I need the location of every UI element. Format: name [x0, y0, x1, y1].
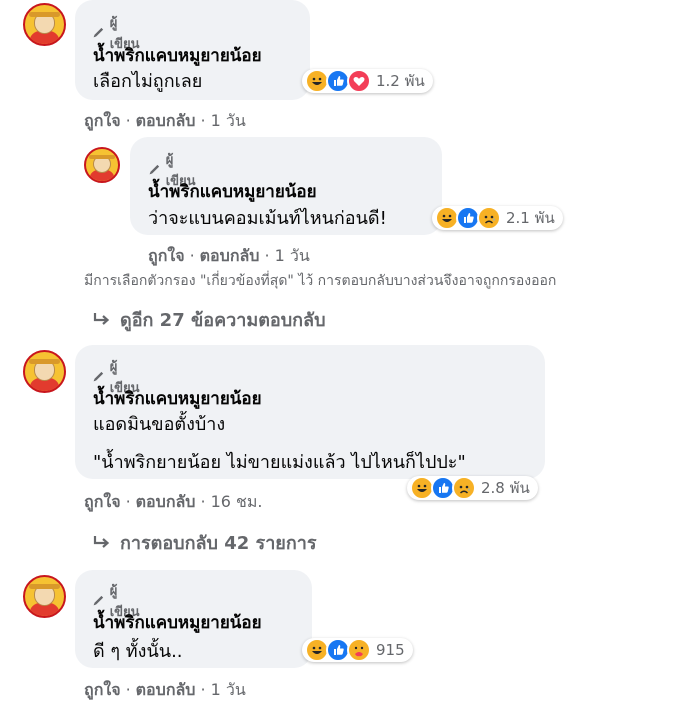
- comment-text: ว่าจะแบนคอมเม้นท์ไหนก่อนดี!: [148, 208, 387, 229]
- reply-link[interactable]: ตอบกลับ: [136, 680, 196, 699]
- like-link[interactable]: ถูกใจ: [84, 111, 121, 130]
- timestamp[interactable]: 1 วัน: [211, 680, 246, 699]
- reaction-count: 2.1 พัน: [506, 209, 555, 227]
- reply-arrow-icon: [93, 535, 110, 548]
- comment-text: ดี ๆ ทั้งนั้น..: [93, 641, 183, 662]
- comment-actions: ถูกใจ · ตอบกลับ · 1 วัน: [84, 680, 246, 699]
- filter-note: มีการเลือกตัวกรอง "เกี่ยวข้องที่สุด" ไว้…: [84, 273, 557, 289]
- reply-link[interactable]: ตอบกลับ: [200, 246, 260, 265]
- pencil-icon: [149, 164, 160, 175]
- avatar[interactable]: [23, 3, 66, 46]
- comment-actions: ถูกใจ · ตอบกลับ · 1 วัน: [148, 246, 310, 265]
- timestamp[interactable]: 1 วัน: [275, 246, 310, 265]
- view-more-replies[interactable]: ดูอีก 27 ข้อความตอบกลับ: [92, 305, 326, 334]
- replies-count-label[interactable]: การตอบกลับ 42 รายการ: [120, 528, 317, 557]
- avatar[interactable]: [84, 147, 120, 183]
- pencil-icon: [93, 27, 104, 38]
- reply-link[interactable]: ตอบกลับ: [136, 492, 196, 511]
- pencil-icon: [93, 595, 104, 606]
- commenter-name[interactable]: น้ำพริกแคบหมูยายน้อย: [148, 178, 317, 205]
- reaction-summary[interactable]: 1.2 พัน: [302, 69, 433, 93]
- like-link[interactable]: ถูกใจ: [148, 246, 185, 265]
- sad-icon: [452, 476, 476, 500]
- like-link[interactable]: ถูกใจ: [84, 680, 121, 699]
- sad-icon: [477, 206, 501, 230]
- reaction-summary[interactable]: 915: [302, 638, 413, 662]
- love-icon: [347, 69, 371, 93]
- commenter-name[interactable]: น้ำพริกแคบหมูยายน้อย: [93, 42, 262, 69]
- comment-actions: ถูกใจ · ตอบกลับ · 1 วัน: [84, 111, 246, 130]
- reaction-summary[interactable]: 2.8 พัน: [407, 476, 538, 500]
- comment-text-line-1: แอดมินขอตั้งบ้าง: [93, 414, 226, 435]
- view-more-replies-label[interactable]: ดูอีก 27 ข้อความตอบกลับ: [120, 305, 326, 334]
- reaction-count: 2.8 พัน: [481, 479, 530, 497]
- comment-text-line-2: "น้ำพริกยายน้อย ไม่ขายแม่งแล้ว ไปไหนก็ไป…: [93, 452, 466, 473]
- timestamp[interactable]: 16 ชม.: [211, 492, 263, 511]
- commenter-name[interactable]: น้ำพริกแคบหมูยายน้อย: [93, 385, 262, 412]
- pencil-icon: [93, 371, 104, 382]
- reply-link[interactable]: ตอบกลับ: [136, 111, 196, 130]
- reaction-count: 915: [376, 641, 405, 659]
- reaction-summary[interactable]: 2.1 พัน: [432, 206, 563, 230]
- commenter-name[interactable]: น้ำพริกแคบหมูยายน้อย: [93, 609, 262, 636]
- replies-count[interactable]: การตอบกลับ 42 รายการ: [92, 528, 317, 557]
- reaction-count: 1.2 พัน: [376, 72, 425, 90]
- timestamp[interactable]: 1 วัน: [211, 111, 246, 130]
- like-link[interactable]: ถูกใจ: [84, 492, 121, 511]
- comment-actions: ถูกใจ · ตอบกลับ · 16 ชม.: [84, 492, 263, 511]
- comment-text: เลือกไม่ถูกเลย: [93, 71, 203, 92]
- care-icon: [347, 638, 371, 662]
- avatar[interactable]: [23, 350, 66, 393]
- avatar[interactable]: [23, 575, 66, 618]
- reply-arrow-icon: [93, 312, 110, 325]
